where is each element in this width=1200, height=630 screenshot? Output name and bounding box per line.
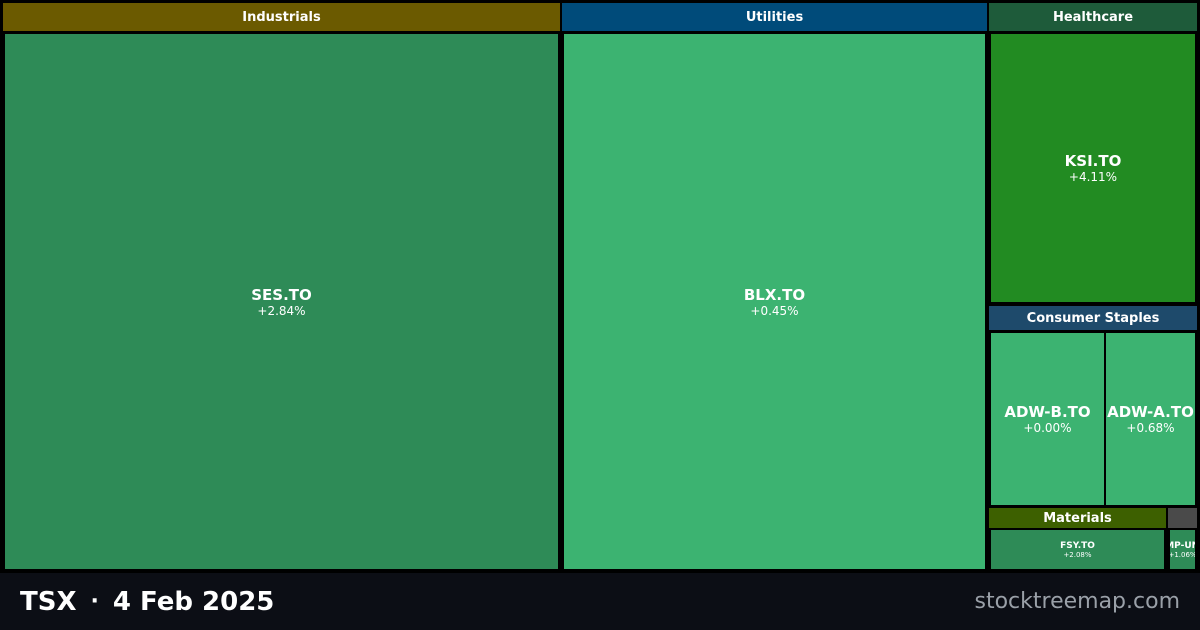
exchange-label: TSX bbox=[20, 586, 77, 617]
tile-ticker: SES.TO bbox=[251, 285, 312, 304]
sector-header-consumer-staples[interactable]: Consumer Staples bbox=[989, 306, 1197, 330]
tile-ticker: BLX.TO bbox=[743, 285, 806, 304]
tile-ticker: ADW-B.TO bbox=[1004, 403, 1091, 421]
tile-change: +1.06% bbox=[1170, 550, 1195, 559]
tile-ticker: FSY.TO bbox=[1060, 540, 1095, 551]
tile-ses-to[interactable]: SES.TO +2.84% bbox=[5, 34, 558, 569]
tile-adw-a-to[interactable]: ADW-A.TO +0.68% bbox=[1106, 333, 1195, 505]
sector-header-materials[interactable]: Materials bbox=[989, 508, 1166, 528]
tile-change: +2.08% bbox=[1063, 550, 1092, 559]
tile-ticker: ADW-A.TO bbox=[1107, 403, 1194, 421]
tile-blx-to[interactable]: BLX.TO +0.45% bbox=[564, 34, 985, 569]
tile-ticker: MMP-UN.T bbox=[1170, 540, 1195, 551]
sector-header-industrials[interactable]: Industrials bbox=[3, 3, 560, 31]
tile-ticker: KSI.TO bbox=[1064, 152, 1122, 170]
site-link[interactable]: stocktreemap.com bbox=[975, 589, 1181, 614]
treemap-page: Industrials SES.TO +2.84% Utilities BLX.… bbox=[0, 0, 1200, 630]
date-label: 4 Feb 2025 bbox=[112, 586, 275, 617]
tile-change: +4.11% bbox=[1068, 170, 1118, 184]
tile-change: +0.68% bbox=[1126, 421, 1175, 435]
footer-bar: TSX · 4 Feb 2025 stocktreemap.com bbox=[0, 573, 1200, 630]
tile-change: +2.84% bbox=[257, 303, 306, 318]
tile-ksi-to[interactable]: KSI.TO +4.11% bbox=[991, 34, 1195, 302]
tile-mmp-un[interactable]: MMP-UN.T +1.06% bbox=[1170, 530, 1195, 569]
footer-title: TSX · 4 Feb 2025 bbox=[20, 587, 274, 617]
sector-header-healthcare[interactable]: Healthcare bbox=[989, 3, 1197, 31]
tile-fsy-to[interactable]: FSY.TO +2.08% bbox=[991, 530, 1164, 569]
separator-dot: · bbox=[90, 589, 99, 614]
tile-adw-b-to[interactable]: ADW-B.TO +0.00% bbox=[991, 333, 1104, 505]
sector-header-other[interactable] bbox=[1168, 508, 1197, 528]
sector-header-utilities[interactable]: Utilities bbox=[562, 3, 987, 31]
tile-change: +0.45% bbox=[750, 303, 799, 318]
tile-change: +0.00% bbox=[1023, 421, 1072, 435]
